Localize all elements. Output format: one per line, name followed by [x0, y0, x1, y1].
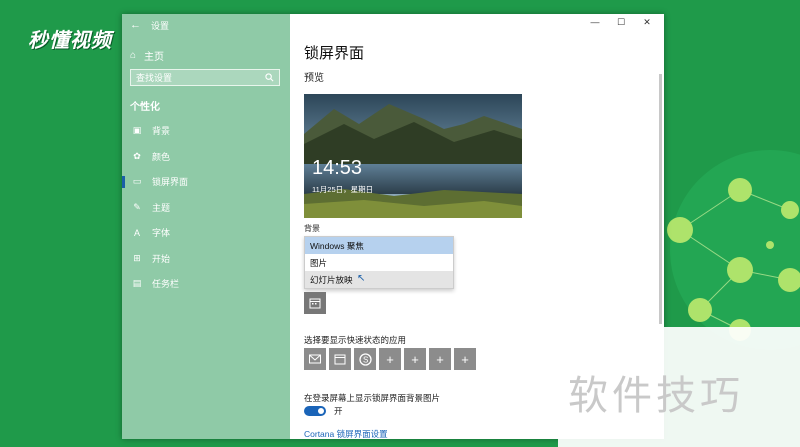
dropdown-option[interactable]: Windows 聚焦 — [305, 237, 453, 254]
calendar-app-button[interactable] — [304, 292, 326, 314]
calendar-icon — [309, 298, 321, 309]
background-label: 背景 — [304, 224, 320, 233]
back-arrow-icon[interactable]: ← — [130, 19, 141, 31]
add-app-button[interactable]: + — [379, 348, 401, 370]
toggle-state-label: 开 — [334, 406, 343, 416]
sidebar-item-label: 开始 — [152, 253, 171, 264]
preview-date: 11月25日，星期日 — [312, 185, 374, 194]
preview-time: 14:53 — [312, 157, 363, 179]
mouse-cursor-icon: ↖ — [357, 273, 366, 284]
mail-app-button[interactable] — [304, 348, 326, 370]
cortana-settings-link[interactable]: Cortana 锁屏界面设置 — [304, 428, 388, 439]
decorative-circle-graphic — [656, 150, 800, 350]
sidebar-item-colors[interactable]: ✿ 颜色 — [122, 144, 290, 170]
palette-icon: ✿ — [133, 150, 141, 161]
watermark-text: 软件技巧 — [568, 373, 744, 419]
brush-icon: ✎ — [133, 201, 141, 212]
quick-status-apps: S + + + + — [304, 348, 476, 370]
sidebar-item-taskbar[interactable]: ▤ 任务栏 — [122, 271, 290, 297]
sidebar-item-label: 字体 — [152, 228, 171, 239]
search-input[interactable]: 查找设置 — [130, 69, 280, 86]
monitor-icon: ▭ — [132, 176, 142, 187]
dropdown-option[interactable]: 图片 — [305, 254, 453, 271]
sidebar: ← 设置 ⌂ 主页 查找设置 个性化 ▣ 背景 ✿ 颜色 ▭ 锁屏界面 ✎ 主题… — [122, 14, 290, 439]
mail-icon — [309, 354, 321, 364]
show-background-toggle-row: 开 — [304, 405, 343, 417]
home-label: 主页 — [144, 52, 165, 63]
close-button[interactable]: ✕ — [634, 14, 660, 30]
image-icon: ▣ — [132, 125, 142, 136]
skype-app-button[interactable]: S — [354, 348, 376, 370]
maximize-button[interactable]: ☐ — [608, 14, 634, 30]
add-app-button[interactable]: + — [429, 348, 451, 370]
landscape-image — [304, 94, 522, 218]
add-app-button[interactable]: + — [404, 348, 426, 370]
taskbar-icon: ▤ — [132, 278, 142, 289]
video-logo: 秒懂视频 — [28, 30, 112, 52]
window-title: 设置 — [151, 20, 170, 31]
window-controls: — ☐ ✕ — [582, 14, 660, 30]
titlebar: ← 设置 — [130, 17, 169, 33]
sidebar-item-fonts[interactable]: A 字体 — [122, 220, 290, 246]
sidebar-item-label: 背景 — [152, 126, 171, 137]
quick-status-label: 选择要显示快速状态的应用 — [304, 335, 407, 345]
add-app-button[interactable]: + — [454, 348, 476, 370]
page-title: 锁屏界面 — [304, 45, 365, 62]
dropdown-option[interactable]: 幻灯片放映 ↖ — [305, 271, 453, 288]
sidebar-item-label: 锁屏界面 — [152, 177, 189, 188]
sidebar-item-label: 颜色 — [152, 151, 171, 162]
sidebar-item-label: 主题 — [152, 202, 171, 213]
minimize-button[interactable]: — — [582, 14, 608, 30]
scrollbar[interactable] — [659, 74, 662, 324]
section-title: 个性化 — [130, 102, 160, 113]
lockscreen-preview: 14:53 11月25日，星期日 — [304, 94, 522, 218]
sidebar-item-start[interactable]: ⊞ 开始 — [122, 246, 290, 272]
sidebar-item-themes[interactable]: ✎ 主题 — [122, 195, 290, 221]
show-background-label: 在登录屏幕上显示锁屏界面背景图片 — [304, 393, 441, 403]
sidebar-item-lockscreen[interactable]: ▭ 锁屏界面 — [122, 169, 290, 195]
font-icon: A — [133, 227, 140, 238]
calendar-app-button[interactable] — [329, 348, 351, 370]
option-label: Windows 聚焦 — [310, 240, 364, 251]
background-dropdown[interactable]: Windows 聚焦 图片 幻灯片放映 ↖ — [304, 236, 454, 289]
search-icon — [265, 73, 274, 82]
option-label: 图片 — [310, 257, 328, 268]
home-icon: ⌂ — [130, 50, 137, 61]
sidebar-item-background[interactable]: ▣ 背景 — [122, 118, 290, 144]
sidebar-item-label: 任务栏 — [152, 279, 180, 290]
option-label: 幻灯片放映 — [310, 274, 353, 285]
sidebar-nav: ▣ 背景 ✿ 颜色 ▭ 锁屏界面 ✎ 主题 A 字体 ⊞ 开始 ▤ 任务栏 — [122, 118, 290, 297]
svg-text:S: S — [363, 355, 368, 364]
calendar-icon — [334, 354, 346, 365]
preview-label: 预览 — [304, 73, 324, 84]
sidebar-item-home[interactable]: ⌂ 主页 — [130, 48, 164, 63]
start-icon: ⊞ — [133, 252, 141, 263]
show-background-toggle[interactable] — [304, 406, 326, 416]
search-placeholder: 查找设置 — [136, 73, 173, 83]
skype-icon: S — [358, 352, 372, 366]
watermark-overlay: 软件技巧 — [558, 327, 800, 447]
